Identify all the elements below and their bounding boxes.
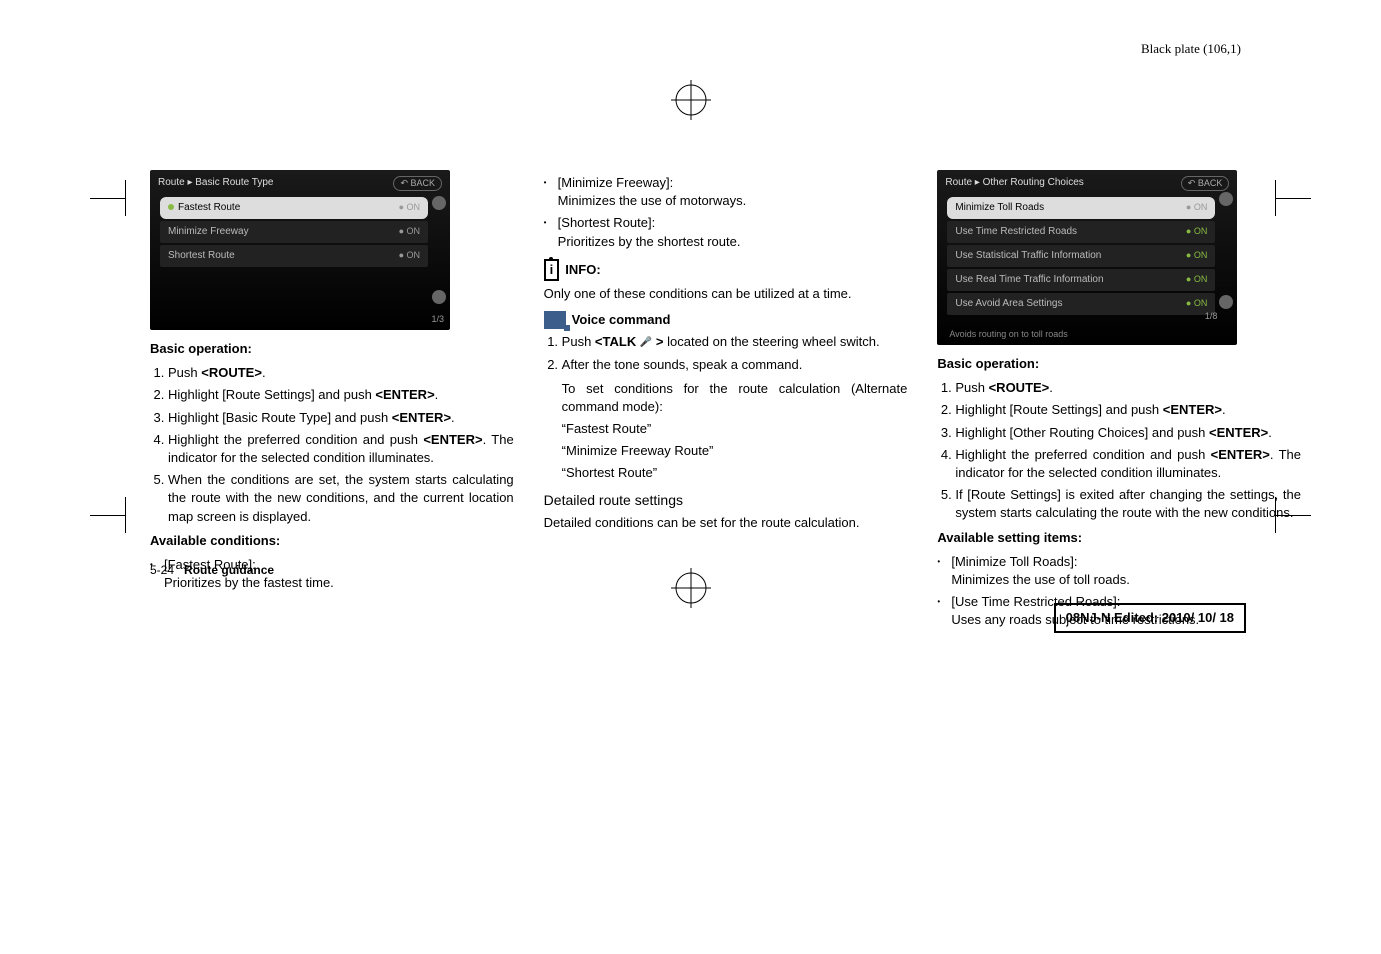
row-realtime: Use Real Time Traffic Information● ON <box>947 269 1215 291</box>
list-item: Highlight the preferred condition and pu… <box>168 431 514 467</box>
info-box: i INFO: <box>544 259 908 281</box>
info-text: Only one of these conditions can be util… <box>544 285 908 303</box>
row-shortest: Shortest Route● ON <box>160 245 428 267</box>
list-item: After the tone sounds, speak a command.T… <box>562 356 908 483</box>
scroll-up-icon <box>1219 192 1233 206</box>
row-minimize-freeway: Minimize Freeway● ON <box>160 221 428 243</box>
plate-header: Black plate (106,1) <box>1141 40 1241 58</box>
detailed-route-settings-heading: Detailed route settings <box>544 491 908 511</box>
footer-left: 5-24 Route guidance <box>150 562 274 579</box>
crop-mark <box>90 180 126 216</box>
list-item: When the conditions are set, the system … <box>168 471 514 526</box>
page-indicator: 1/3 <box>431 313 444 326</box>
crop-mark <box>90 497 126 533</box>
detailed-route-text: Detailed conditions can be set for the r… <box>544 514 908 532</box>
screenshot-basic-route-type: Route ▸ Basic Route Type ↶ BACK Fastest … <box>150 170 450 330</box>
basic-operation-list: Push <ROUTE>. Highlight [Route Settings]… <box>937 379 1301 522</box>
list-item: If [Route Settings] is exited after chan… <box>955 486 1301 522</box>
list-item: Push <ROUTE>. <box>955 379 1301 397</box>
list-item: Highlight [Route Settings] and push <ENT… <box>955 401 1301 419</box>
list-item: [Shortest Route]:Prioritizes by the shor… <box>544 214 908 250</box>
scroll-down-icon <box>432 290 446 304</box>
back-button: ↶ BACK <box>393 176 442 191</box>
scroll-up-icon <box>432 196 446 210</box>
screenshot-title: Route ▸ Basic Route Type <box>158 176 273 190</box>
footer-edition-box: 08NJ-N Edited: 2010/ 10/ 18 <box>1054 603 1246 633</box>
voice-icon <box>544 311 566 329</box>
list-item: Highlight [Route Settings] and push <ENT… <box>168 386 514 404</box>
back-button: ↶ BACK <box>1181 176 1230 191</box>
row-fastest: Fastest Route● ON <box>160 197 428 219</box>
basic-operation-heading: Basic operation: <box>150 340 514 358</box>
crop-mark <box>1275 497 1311 533</box>
row-avoid-area: Use Avoid Area Settings● ON <box>947 293 1215 315</box>
voice-command-heading: Voice command <box>544 311 908 329</box>
scroll-down-icon <box>1219 295 1233 309</box>
list-item: Push <ROUTE>. <box>168 364 514 382</box>
page-indicator: 1/8 <box>1205 310 1218 323</box>
column-3: Route ▸ Other Routing Choices ↶ BACK Min… <box>937 170 1301 633</box>
basic-operation-heading: Basic operation: <box>937 355 1301 373</box>
crop-mark-top <box>671 80 711 120</box>
row-minimize-toll: Minimize Toll Roads● ON <box>947 197 1215 219</box>
screenshot-other-routing-choices: Route ▸ Other Routing Choices ↶ BACK Min… <box>937 170 1237 345</box>
list-item: Highlight [Other Routing Choices] and pu… <box>955 424 1301 442</box>
basic-operation-list: Push <ROUTE>. Highlight [Route Settings]… <box>150 364 514 526</box>
info-icon: i <box>544 259 560 281</box>
list-item: Highlight the preferred condition and pu… <box>955 446 1301 482</box>
available-setting-items-heading: Available setting items: <box>937 529 1301 547</box>
row-statistical: Use Statistical Traffic Information● ON <box>947 245 1215 267</box>
conditions-continued: [Minimize Freeway]:Minimizes the use of … <box>544 174 908 251</box>
list-item: Push <TALK 🎤 > located on the steering w… <box>562 333 908 351</box>
available-conditions-heading: Available conditions: <box>150 532 514 550</box>
column-2: [Minimize Freeway]:Minimizes the use of … <box>544 170 908 633</box>
status-text: Avoids routing on to toll roads <box>949 328 1067 341</box>
list-item: Highlight [Basic Route Type] and push <E… <box>168 409 514 427</box>
screenshot-title: Route ▸ Other Routing Choices <box>945 176 1083 190</box>
list-item: [Minimize Freeway]:Minimizes the use of … <box>544 174 908 210</box>
list-item: [Minimize Toll Roads]:Minimizes the use … <box>937 553 1301 589</box>
row-time-restricted: Use Time Restricted Roads● ON <box>947 221 1215 243</box>
info-label: INFO: <box>565 261 600 279</box>
voice-label: Voice command <box>572 311 671 329</box>
voice-command-list: Push <TALK 🎤 > located on the steering w… <box>544 333 908 482</box>
crop-mark-bottom <box>671 568 711 613</box>
crop-mark <box>1275 180 1311 216</box>
